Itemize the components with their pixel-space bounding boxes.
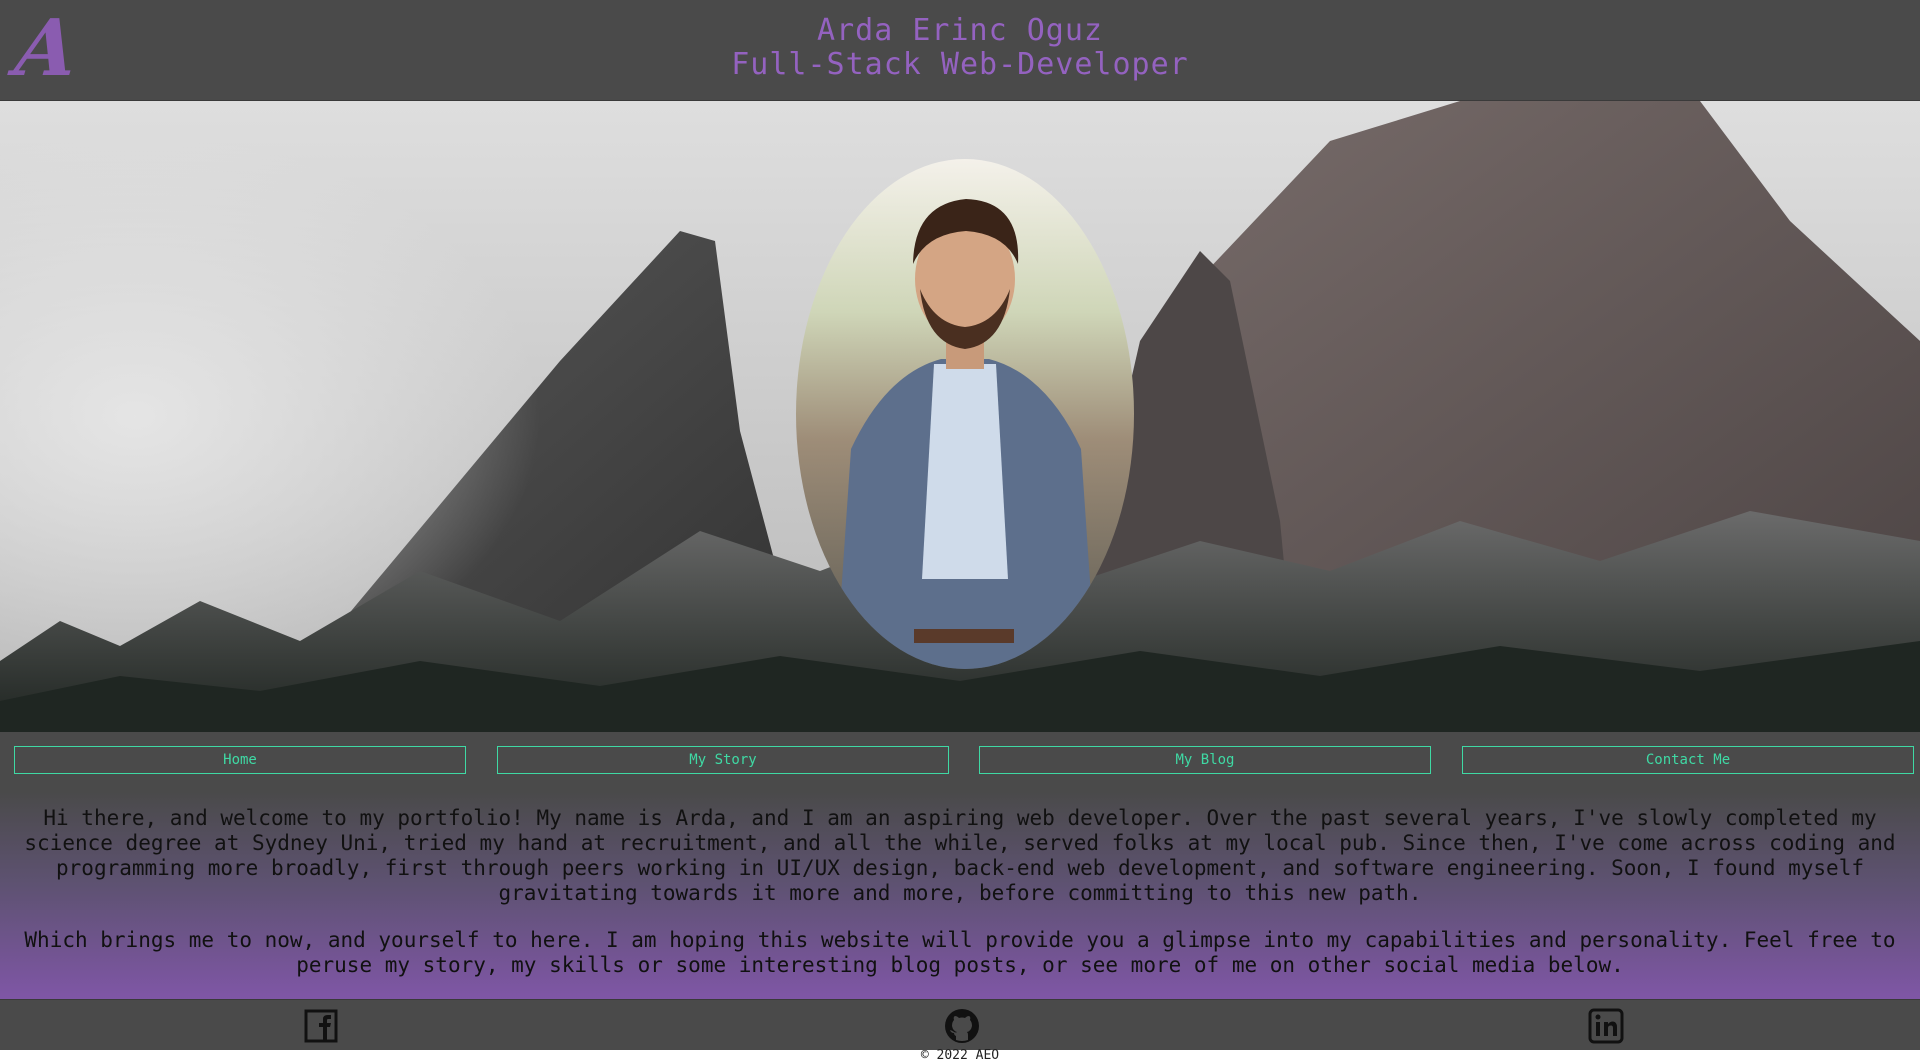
- header-titles: Arda Erinc Oguz Full-Stack Web-Developer: [0, 14, 1920, 82]
- profile-photo-image: [836, 199, 1096, 669]
- profile-portrait: [796, 159, 1134, 669]
- nav-my-blog-button[interactable]: My Blog: [979, 746, 1431, 774]
- linkedin-icon[interactable]: [1588, 1008, 1624, 1044]
- main-nav: Home My Story My Blog Contact Me: [0, 732, 1920, 792]
- copyright-text: © 2022 AEO: [920, 1048, 1000, 1063]
- site-header: A Arda Erinc Oguz Full-Stack Web-Develop…: [0, 0, 1920, 101]
- intro-section: Hi there, and welcome to my portfolio! M…: [0, 792, 1920, 999]
- social-links-bar: [0, 999, 1920, 1050]
- nav-home-button[interactable]: Home: [14, 746, 466, 774]
- github-icon[interactable]: [944, 1008, 980, 1044]
- intro-paragraph-now: Which brings me to now, and yourself to …: [24, 928, 1896, 977]
- facebook-icon[interactable]: [303, 1008, 339, 1044]
- hero-banner-mountains: [0, 101, 1920, 732]
- site-title-role: Full-Stack Web-Developer: [731, 47, 1189, 82]
- nav-contact-me-button[interactable]: Contact Me: [1462, 746, 1914, 774]
- intro-paragraph-welcome: Hi there, and welcome to my portfolio! M…: [24, 806, 1896, 905]
- site-title-name: Arda Erinc Oguz: [817, 13, 1103, 48]
- nav-my-story-button[interactable]: My Story: [497, 746, 949, 774]
